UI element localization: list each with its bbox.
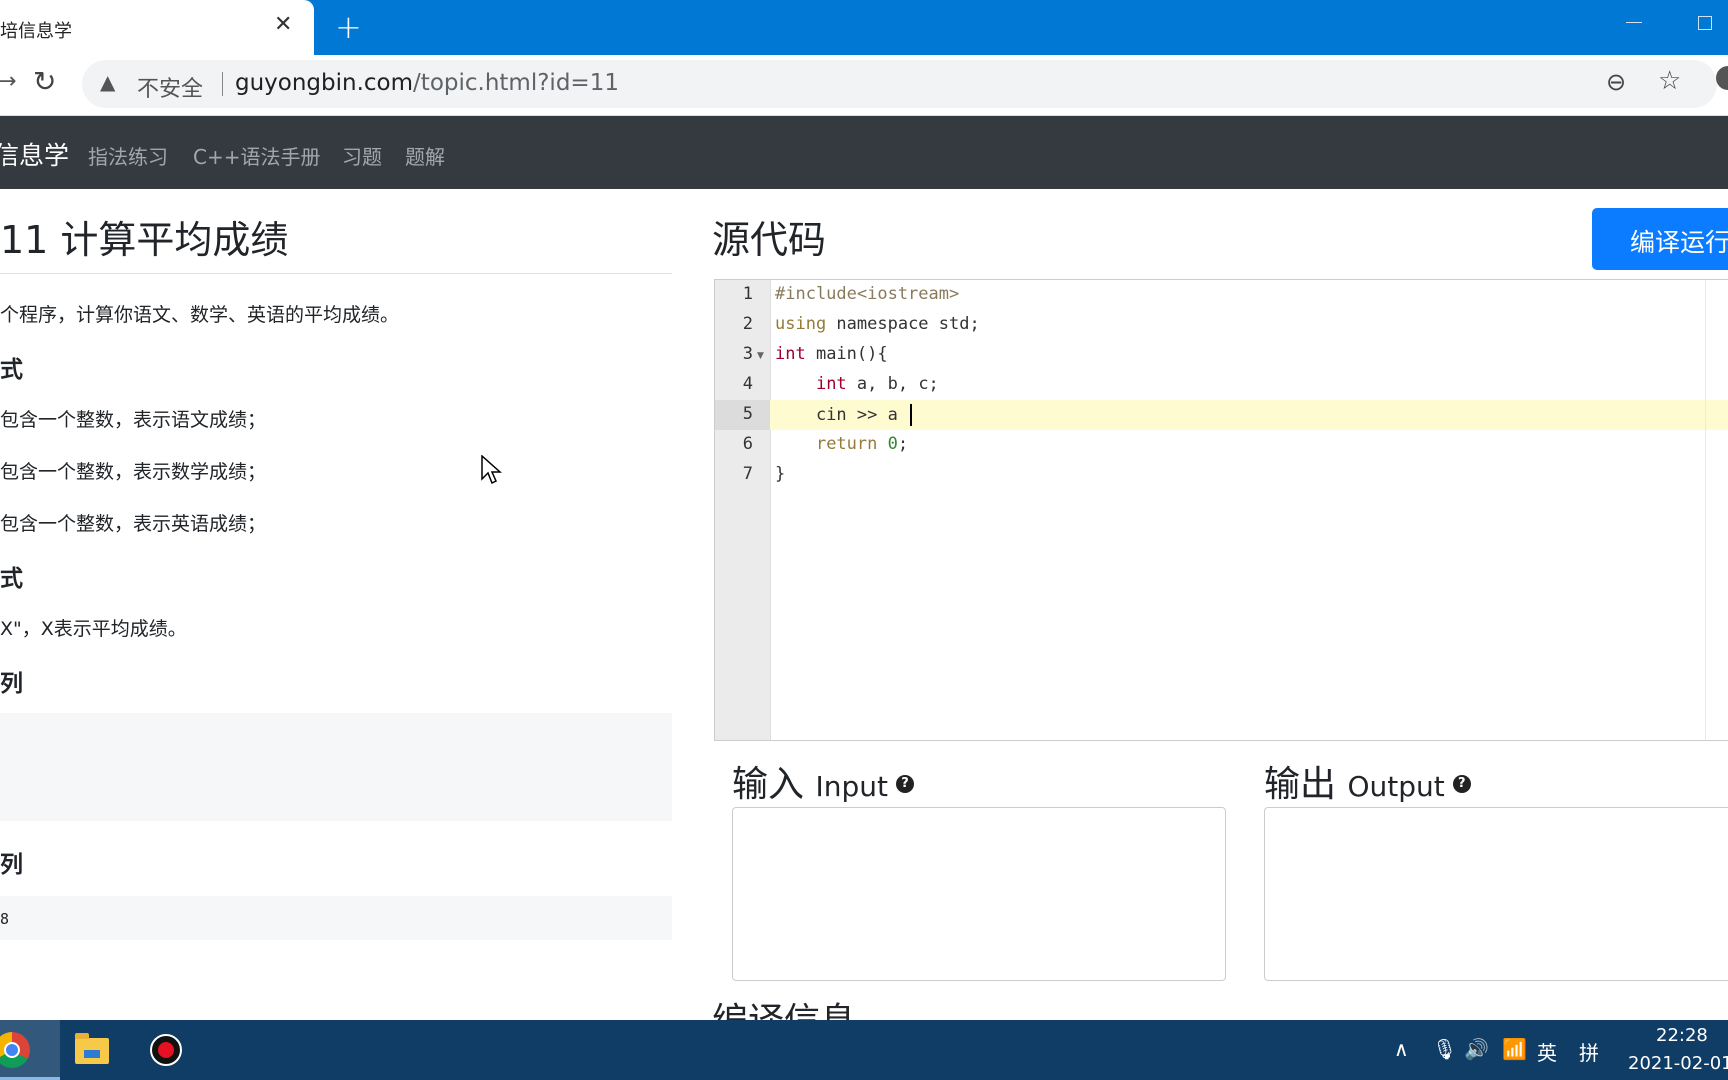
input-format-heading: 式	[0, 357, 23, 383]
ime-language[interactable]: 英	[1537, 1037, 1557, 1066]
tray-expand-icon[interactable]: ∧	[1394, 1037, 1409, 1061]
browser-tab[interactable]: 培信息学 ✕	[0, 0, 314, 55]
line-number: 6	[742, 434, 753, 454]
zoom-out-icon[interactable]: ⊖	[1606, 68, 1626, 96]
line-number: 2	[742, 314, 753, 334]
url-host: guyongbin.com	[235, 70, 414, 96]
compile-run-label: 编译运行	[1630, 228, 1728, 257]
close-icon[interactable]: ✕	[274, 12, 292, 37]
nav-item-cpp-manual[interactable]: C++语法手册	[193, 141, 320, 170]
output-textarea[interactable]	[1264, 807, 1728, 981]
taskbar-chrome[interactable]	[0, 1020, 60, 1080]
site-brand[interactable]: 信息学	[0, 136, 69, 172]
fold-arrow-icon[interactable]: ▼	[757, 351, 764, 361]
nav-item-exercises[interactable]: 习题	[342, 141, 382, 170]
url-path: /topic.html?id=11	[413, 70, 619, 96]
text-caret	[910, 404, 913, 426]
active-line-highlight	[770, 400, 1728, 430]
url-text[interactable]: guyongbin.com/topic.html?id=11	[235, 70, 619, 96]
wifi-icon[interactable]: 📶	[1502, 1037, 1527, 1061]
editor-print-margin	[1705, 280, 1706, 740]
input-title-zh: 输入	[732, 764, 805, 805]
sample-output-box: 8	[0, 896, 672, 940]
code-line[interactable]: int main(){	[775, 344, 888, 364]
line-number: 1	[742, 284, 753, 304]
compile-run-button[interactable]: 编译运行	[1592, 208, 1728, 270]
new-tab-button[interactable]: +	[335, 8, 362, 46]
code-line[interactable]: using namespace std;	[775, 314, 980, 334]
input-format-line: 包含一个整数，表示数学成绩；	[0, 461, 267, 483]
code-editor[interactable]: 1 2 3 ▼ 4 5 6 7 #include<iostream> using…	[714, 279, 1728, 741]
screen-recorder-icon[interactable]	[150, 1034, 182, 1066]
clock-date[interactable]: 2021-02-01	[1628, 1053, 1728, 1074]
ime-mode[interactable]: 拼	[1579, 1037, 1599, 1066]
windows-taskbar: ∧ 🎙 🔊 📶 英 拼 22:28 2021-02-01	[0, 1020, 1728, 1080]
warning-icon[interactable]: ▲	[100, 70, 115, 94]
volume-icon[interactable]: 🔊	[1464, 1037, 1489, 1061]
output-title-zh: 输出	[1264, 764, 1337, 805]
sample-input-heading: 列	[0, 671, 23, 697]
address-bar[interactable]: ▲ 不安全 guyongbin.com/topic.html?id=11 ⊖ ☆	[82, 60, 1717, 108]
problem-description: 个程序，计算你语文、数学、英语的平均成绩。	[0, 304, 400, 326]
line-number: 3	[742, 344, 753, 364]
code-text: cin >> a	[775, 405, 909, 425]
bookmark-star-icon[interactable]: ☆	[1658, 66, 1681, 96]
clock-time[interactable]: 22:28	[1656, 1025, 1708, 1046]
help-icon[interactable]: ?	[895, 775, 914, 793]
input-format-line: 包含一个整数，表示语文成绩；	[0, 409, 267, 431]
line-number: 7	[742, 464, 753, 484]
output-format-text: X"，X表示平均成绩。	[0, 618, 187, 640]
microphone-icon[interactable]: 🎙	[1432, 1037, 1457, 1061]
browser-tab-bar: 培信息学 ✕ +	[0, 0, 1728, 55]
output-format-heading: 式	[0, 566, 23, 592]
site-navbar: 信息学 指法练习 C++语法手册 习题 题解	[0, 116, 1728, 189]
code-line-active[interactable]: cin >> a	[775, 404, 913, 426]
divider	[222, 72, 223, 96]
tab-title: 培信息学	[0, 21, 72, 42]
line-number: 4	[742, 374, 753, 394]
nav-item-solutions[interactable]: 题解	[405, 141, 445, 170]
output-title: 输出 Output?	[1264, 755, 1471, 807]
divider	[0, 273, 672, 274]
profile-avatar-icon[interactable]	[1716, 66, 1728, 90]
input-format-line: 包含一个整数，表示英语成绩；	[0, 513, 267, 535]
source-code-title: 源代码	[712, 218, 827, 262]
output-title-en: Output	[1347, 770, 1445, 803]
sample-output-value: 8	[0, 910, 10, 928]
sample-output-heading: 列	[0, 852, 23, 878]
code-line[interactable]: #include<iostream>	[775, 284, 959, 304]
input-textarea[interactable]	[732, 807, 1226, 981]
input-title-en: Input	[815, 770, 888, 803]
help-icon[interactable]: ?	[1452, 775, 1471, 793]
nav-item-typing[interactable]: 指法练习	[88, 141, 168, 170]
browser-toolbar: → ↻ ▲ 不安全 guyongbin.com/topic.html?id=11…	[0, 55, 1728, 116]
chrome-icon	[0, 1032, 30, 1068]
file-explorer-icon[interactable]	[75, 1033, 109, 1064]
security-label[interactable]: 不安全	[137, 71, 203, 103]
minimize-icon[interactable]	[1626, 22, 1642, 23]
code-line[interactable]: int a, b, c;	[775, 374, 939, 394]
forward-arrow-icon[interactable]: →	[0, 69, 16, 94]
mouse-pointer-icon	[481, 455, 502, 485]
code-line[interactable]: return 0;	[775, 434, 908, 454]
restore-icon[interactable]	[1698, 16, 1712, 30]
code-line[interactable]: }	[775, 464, 785, 484]
input-title: 输入 Input?	[732, 755, 914, 807]
reload-icon[interactable]: ↻	[33, 65, 56, 98]
line-number: 5	[742, 404, 753, 424]
sample-input-box	[0, 713, 672, 821]
problem-title: 11 计算平均成绩	[0, 218, 289, 262]
